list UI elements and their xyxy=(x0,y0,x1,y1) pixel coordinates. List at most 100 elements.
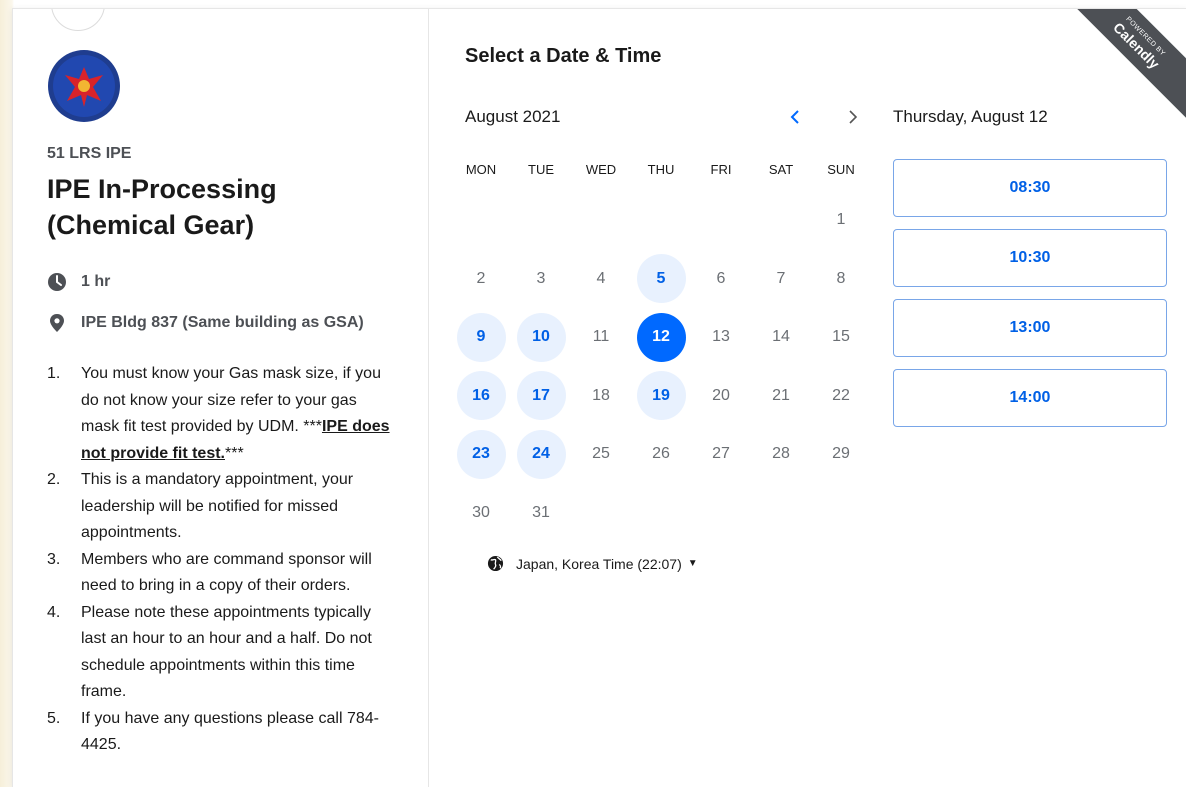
chevron-right-icon xyxy=(849,110,858,124)
day-number: 24 xyxy=(516,429,566,479)
calendar-day-10[interactable]: 10 xyxy=(511,312,571,362)
calendar-day-8: 8 xyxy=(811,254,871,304)
instruction-item: 2. This is a mandatory appointment, your… xyxy=(47,467,399,547)
time-slot-button[interactable]: 10:30 xyxy=(893,229,1167,287)
instruction-number: 2. xyxy=(47,471,61,488)
calendar-week-row: 16 17 18 19 20 21 22 xyxy=(451,367,871,426)
calendar-day-12[interactable]: 12 xyxy=(631,312,691,362)
calendar-day-20: 20 xyxy=(691,371,751,421)
location-pin-icon xyxy=(50,314,64,332)
calendar-grid: 1 2 3 4 5 6 7 8 9 10 11 12 13 14 15 16 17 18 19 20 21 22 23 24 2… xyxy=(451,191,871,542)
day-number xyxy=(697,488,746,537)
calendar-day-6: 6 xyxy=(691,254,751,304)
day-number: 30 xyxy=(472,503,490,521)
instruction-text: Please note these appointments typically… xyxy=(81,603,372,701)
day-number: 16 xyxy=(456,371,506,421)
instruction-text: You must know your Gas mask size, if you… xyxy=(81,361,399,467)
calendar-day-21: 21 xyxy=(751,371,811,421)
calendar-day-17[interactable]: 17 xyxy=(511,371,571,421)
day-number: 15 xyxy=(832,328,850,346)
time-slots-list: 08:30 10:30 13:00 14:00 xyxy=(893,159,1167,439)
day-number: 17 xyxy=(516,371,566,421)
calendar-day-empty xyxy=(571,488,631,538)
day-number: 6 xyxy=(716,269,726,287)
calendly-badge[interactable]: POWERED BY Calendly xyxy=(1057,9,1186,125)
clock-icon xyxy=(48,273,66,291)
calendar-day-24[interactable]: 24 xyxy=(511,429,571,479)
day-number: 22 xyxy=(832,386,850,404)
selected-date-label: Thursday, August 12 xyxy=(893,107,1048,126)
day-number: 4 xyxy=(596,269,606,287)
calendar-day-31: 31 xyxy=(511,488,571,538)
event-title: IPE In-Processing (Chemical Gear) xyxy=(47,174,277,240)
calendar-day-22: 22 xyxy=(811,371,871,421)
instruction-item: 3. Members who are command sponsor will … xyxy=(47,547,399,600)
calendar-day-empty xyxy=(691,195,751,245)
day-number xyxy=(757,488,806,537)
day-number: 7 xyxy=(776,269,786,287)
calendar-day-25: 25 xyxy=(571,429,631,479)
calendar-day-empty xyxy=(751,195,811,245)
day-number: 21 xyxy=(772,386,790,404)
weekday-label: THU xyxy=(647,162,675,177)
day-number: 27 xyxy=(712,445,730,463)
previous-month-button[interactable] xyxy=(781,103,809,131)
day-number: 3 xyxy=(536,269,546,287)
day-number xyxy=(697,196,746,245)
weekday-header: MON TUE WED THU FRI SAT SUN xyxy=(451,162,871,177)
organization-logo xyxy=(48,50,120,122)
day-number: 28 xyxy=(772,445,790,463)
month-label: August 2021 xyxy=(465,107,561,126)
time-slot-button[interactable]: 13:00 xyxy=(893,299,1167,357)
calendar-day-4: 4 xyxy=(571,254,631,304)
location-text: IPE Bldg 837 (Same building as GSA) xyxy=(81,314,364,331)
weekday-label: MON xyxy=(465,162,497,177)
time-slot-button[interactable]: 08:30 xyxy=(893,159,1167,217)
weekday-label: TUE xyxy=(528,162,554,177)
next-month-button[interactable] xyxy=(839,103,867,131)
calendar-day-5[interactable]: 5 xyxy=(631,254,691,304)
weekday-label: WED xyxy=(585,162,617,177)
day-number: 2 xyxy=(476,269,486,287)
organization-name: 51 LRS IPE xyxy=(47,145,132,162)
day-number xyxy=(457,196,506,245)
calendar-day-18: 18 xyxy=(571,371,631,421)
timezone-text: Japan, Korea Time (22:07) xyxy=(516,555,682,572)
time-slot-button[interactable]: 14:00 xyxy=(893,369,1167,427)
calendar-day-1: 1 xyxy=(811,195,871,245)
calendar-day-3: 3 xyxy=(511,254,571,304)
instruction-item: 4. Please note these appointments typica… xyxy=(47,600,399,706)
date-time-panel: Select a Date & Time August 2021 MON TUE W… xyxy=(429,9,1186,787)
calendar-day-empty xyxy=(451,195,511,245)
calendar-day-23[interactable]: 23 xyxy=(451,429,511,479)
calendar-day-13: 13 xyxy=(691,312,751,362)
day-number xyxy=(517,196,566,245)
calendar-day-9[interactable]: 9 xyxy=(451,312,511,362)
calendar-day-11: 11 xyxy=(571,312,631,362)
instruction-suffix: *** xyxy=(225,444,244,462)
day-number xyxy=(577,196,626,245)
calendar-day-7: 7 xyxy=(751,254,811,304)
instruction-text: Members who are command sponsor will nee… xyxy=(81,550,372,595)
day-number: 31 xyxy=(532,503,550,521)
calendar-week-row: 30 31 xyxy=(451,484,871,543)
chevron-left-icon xyxy=(790,110,799,124)
calendar-day-empty xyxy=(631,195,691,245)
calendar-week-row: 1 xyxy=(451,191,871,250)
calendar-day-empty xyxy=(571,195,631,245)
calendar-week-row: 23 24 25 26 27 28 29 xyxy=(451,425,871,484)
section-title: Select a Date & Time xyxy=(465,45,662,67)
day-number: 11 xyxy=(592,328,610,346)
caret-down-icon: ▼ xyxy=(687,558,698,569)
day-number xyxy=(757,196,806,245)
duration-row: 1 hr xyxy=(47,272,110,292)
day-number xyxy=(577,488,626,537)
calendar-day-19[interactable]: 19 xyxy=(631,371,691,421)
day-number xyxy=(637,196,686,245)
day-number: 14 xyxy=(772,328,790,346)
day-number: 26 xyxy=(652,445,670,463)
calendar-day-28: 28 xyxy=(751,429,811,479)
calendar-day-16[interactable]: 16 xyxy=(451,371,511,421)
weekday-label: SAT xyxy=(768,162,794,177)
timezone-selector[interactable]: Japan, Korea Time (22:07) ▼ xyxy=(487,555,698,572)
